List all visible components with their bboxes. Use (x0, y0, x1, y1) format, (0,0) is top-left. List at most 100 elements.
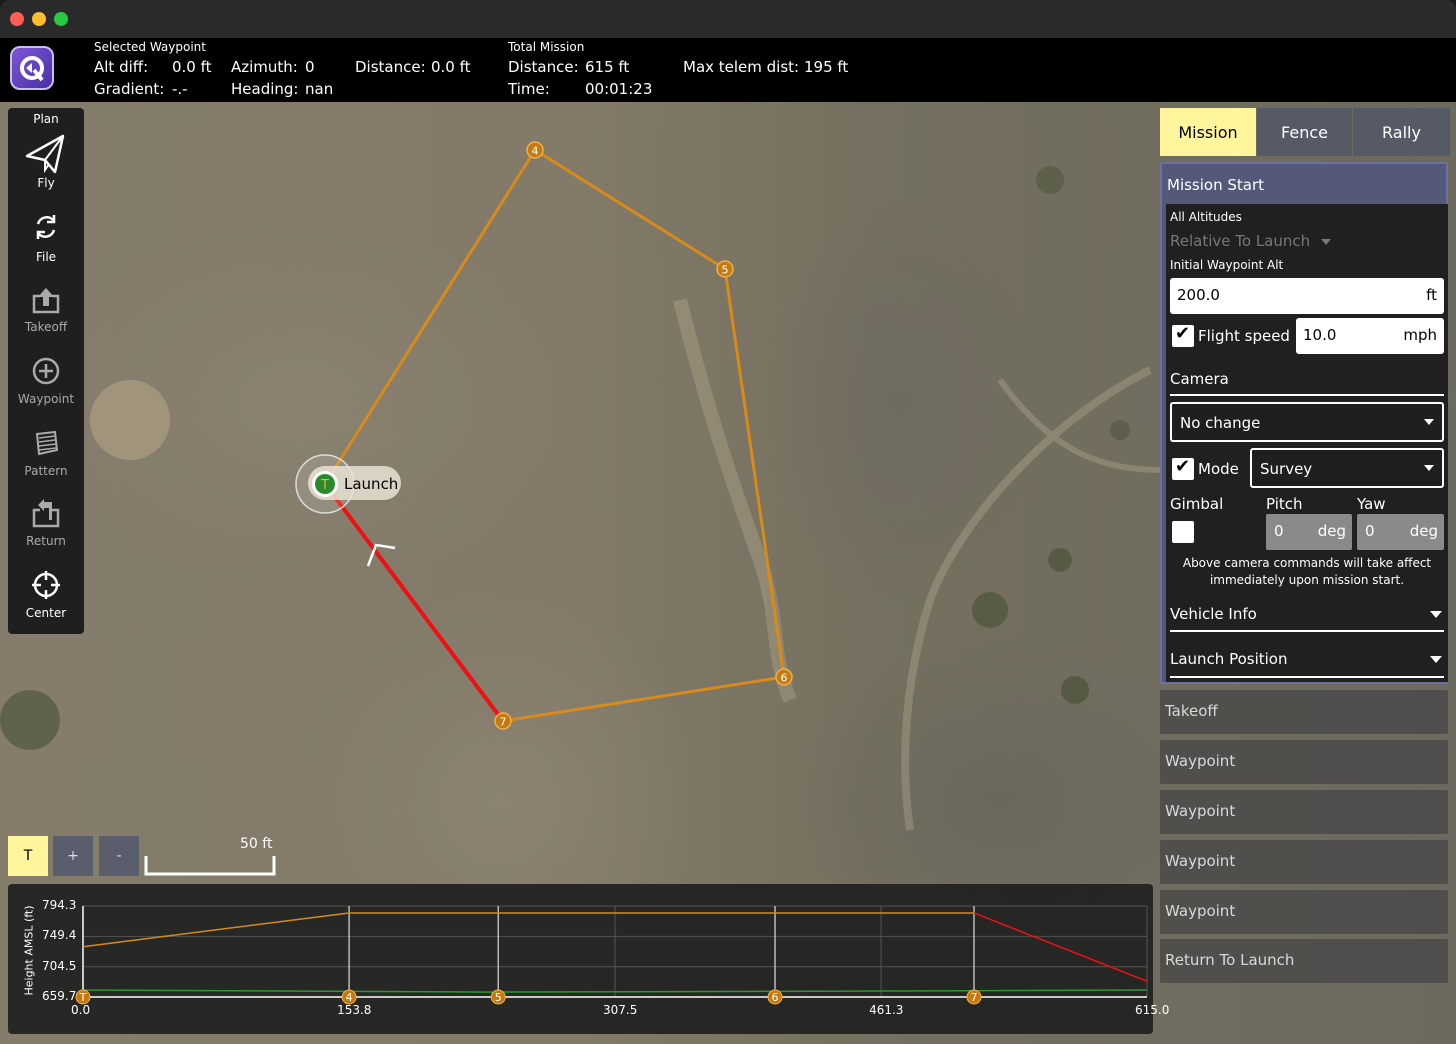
launch-position-label: Launch Position (1170, 650, 1288, 668)
scale-label: 50 ft (240, 836, 273, 852)
mission-item-label: Waypoint (1165, 802, 1236, 820)
mission-item-return-to-launch[interactable]: Return To Launch (1160, 939, 1448, 983)
takeoff-tool[interactable]: Takeoff (8, 284, 84, 334)
takeoff-tool-label: Takeoff (24, 320, 68, 334)
mission-start-body: All Altitudes Relative To Launch Initial… (1166, 204, 1448, 682)
profile-marker-label: 7 (970, 991, 977, 1004)
camera-note: Above camera commands will take affect i… (1182, 556, 1432, 587)
app-logo-icon[interactable] (10, 46, 54, 90)
mission-item-label: Waypoint (1165, 852, 1236, 870)
y-tick-label: 749.4 (42, 928, 77, 943)
yaw-field[interactable]: 0 deg (1357, 514, 1444, 550)
mission-item-label: Waypoint (1165, 902, 1236, 920)
altitude-mode-value: Relative To Launch (1170, 232, 1311, 250)
window-maximize-button[interactable] (54, 12, 68, 26)
camera-mode-value: Survey (1260, 460, 1313, 478)
initial-wp-alt-value: 200.0 (1177, 286, 1220, 304)
waypoint-marker-6[interactable]: 6 (775, 668, 793, 686)
mission-item-label: Takeoff (1165, 702, 1218, 720)
sync-icon (36, 215, 56, 239)
return-tool-label: Return (26, 534, 66, 548)
gimbal-checkbox[interactable] (1172, 521, 1194, 543)
yaw-value: 0 (1365, 522, 1375, 540)
camera-action-value: No change (1180, 414, 1261, 432)
return-tool[interactable]: Return (8, 498, 84, 548)
mission-item-label: Waypoint (1165, 752, 1236, 770)
camera-mode-select[interactable]: Survey (1250, 448, 1444, 488)
alt-diff-label: Alt diff: (94, 58, 149, 76)
takeoff-center-button[interactable]: T (8, 836, 48, 876)
azimuth-value: 0 (305, 58, 315, 76)
total-distance-label: Distance: (508, 58, 579, 76)
mission-start-header: Mission Start (1167, 176, 1265, 194)
initial-wp-alt-unit: ft (1426, 286, 1437, 304)
mission-item-takeoff[interactable]: Takeoff (1160, 690, 1448, 734)
file-tool[interactable]: File (8, 212, 84, 264)
time-label: Time: (508, 80, 550, 98)
waypoint-marker-7-label: 7 (500, 716, 507, 729)
flight-speed-field[interactable]: 10.0 mph (1296, 318, 1444, 354)
mode-label: Mode (1198, 460, 1239, 478)
mission-item-waypoint[interactable]: Waypoint (1160, 790, 1448, 834)
top-toolbar: Selected Waypoint Alt diff: 0.0 ft Gradi… (0, 38, 1456, 102)
altitude-profile-svg: T4567 (75, 905, 1148, 1005)
total-mission-title: Total Mission (508, 40, 585, 54)
vehicle-info-label: Vehicle Info (1170, 605, 1257, 623)
profile-series-line (82, 912, 974, 948)
pitch-field[interactable]: 0 deg (1266, 514, 1352, 550)
max-telem-value: 195 ft (804, 58, 849, 76)
altitude-mode-chevron-down-icon (1320, 238, 1331, 245)
pattern-tool-label: Pattern (24, 464, 68, 478)
launch-label: Launch (344, 475, 398, 493)
profile-series-line (973, 912, 1148, 982)
center-tool[interactable]: Center (8, 570, 84, 620)
tab-mission[interactable]: Mission (1160, 108, 1256, 156)
tab-rally[interactable]: Rally (1353, 108, 1450, 156)
pattern-tool[interactable]: Pattern (8, 428, 84, 478)
camera-action-select[interactable]: No change (1170, 402, 1444, 442)
zoom-out-button[interactable]: - (99, 836, 139, 876)
distance-value: 0.0 ft (431, 58, 471, 76)
mission-item-waypoint[interactable]: Waypoint (1160, 740, 1448, 784)
fly-tool[interactable]: Fly (8, 132, 84, 190)
altitude-profile-chart[interactable]: T4567 Height AMSL (ft) 794.3 749.4 704.5 65… (8, 884, 1169, 1034)
x-tick-label: 307.5 (603, 1003, 638, 1017)
y-tick-label: 659.7 (42, 989, 77, 1003)
plan-toolbar: Plan Fly File Takeoff Waypoint Pattern R… (8, 108, 84, 634)
waypoint-marker-4[interactable]: 4 (526, 141, 544, 159)
waypoint-tool-label: Waypoint (17, 392, 75, 406)
yaw-unit: deg (1409, 522, 1438, 540)
selected-waypoint-title: Selected Waypoint (94, 40, 206, 54)
file-tool-label: File (35, 250, 57, 264)
y-tick-label: 704.5 (42, 958, 77, 973)
waypoint-marker-6-label: 6 (781, 672, 788, 685)
gradient-label: Gradient: (94, 80, 165, 98)
window-minimize-button[interactable] (32, 12, 46, 26)
takeoff-icon (32, 288, 60, 314)
plus-circle-icon (32, 357, 60, 385)
launch-position-divider (1170, 676, 1444, 678)
mission-start-card[interactable]: Mission Start All Altitudes Relative To … (1160, 162, 1448, 684)
pattern-icon (35, 430, 59, 456)
heading-value: nan (305, 80, 334, 98)
mission-item-waypoint[interactable]: Waypoint (1160, 890, 1448, 934)
mission-item-waypoint[interactable]: Waypoint (1160, 840, 1448, 884)
flight-speed-checkbox[interactable]: ✔ (1172, 323, 1194, 347)
return-path (323, 482, 505, 723)
terrain-texture (0, 166, 1161, 831)
x-tick-label: 615.0 (1135, 1003, 1170, 1017)
vehicle-info-chevron-down-icon (1430, 611, 1442, 618)
flight-speed-unit: mph (1403, 326, 1437, 344)
altitude-mode-select[interactable]: Relative To Launch (1170, 232, 1331, 250)
zoom-in-button[interactable]: + (53, 836, 93, 876)
mode-checkbox[interactable]: ✔ (1172, 456, 1194, 480)
window-close-button[interactable] (10, 12, 24, 26)
initial-wp-alt-field[interactable]: 200.0 ft (1170, 278, 1444, 314)
center-tool-label: Center (25, 606, 67, 620)
pitch-value: 0 (1274, 522, 1284, 540)
waypoint-marker-7[interactable]: 7 (494, 712, 512, 730)
tab-fence[interactable]: Fence (1257, 108, 1352, 156)
waypoint-marker-5[interactable]: 5 (716, 260, 734, 278)
waypoint-tool[interactable]: Waypoint (8, 356, 84, 406)
gimbal-label: Gimbal (1170, 495, 1224, 513)
